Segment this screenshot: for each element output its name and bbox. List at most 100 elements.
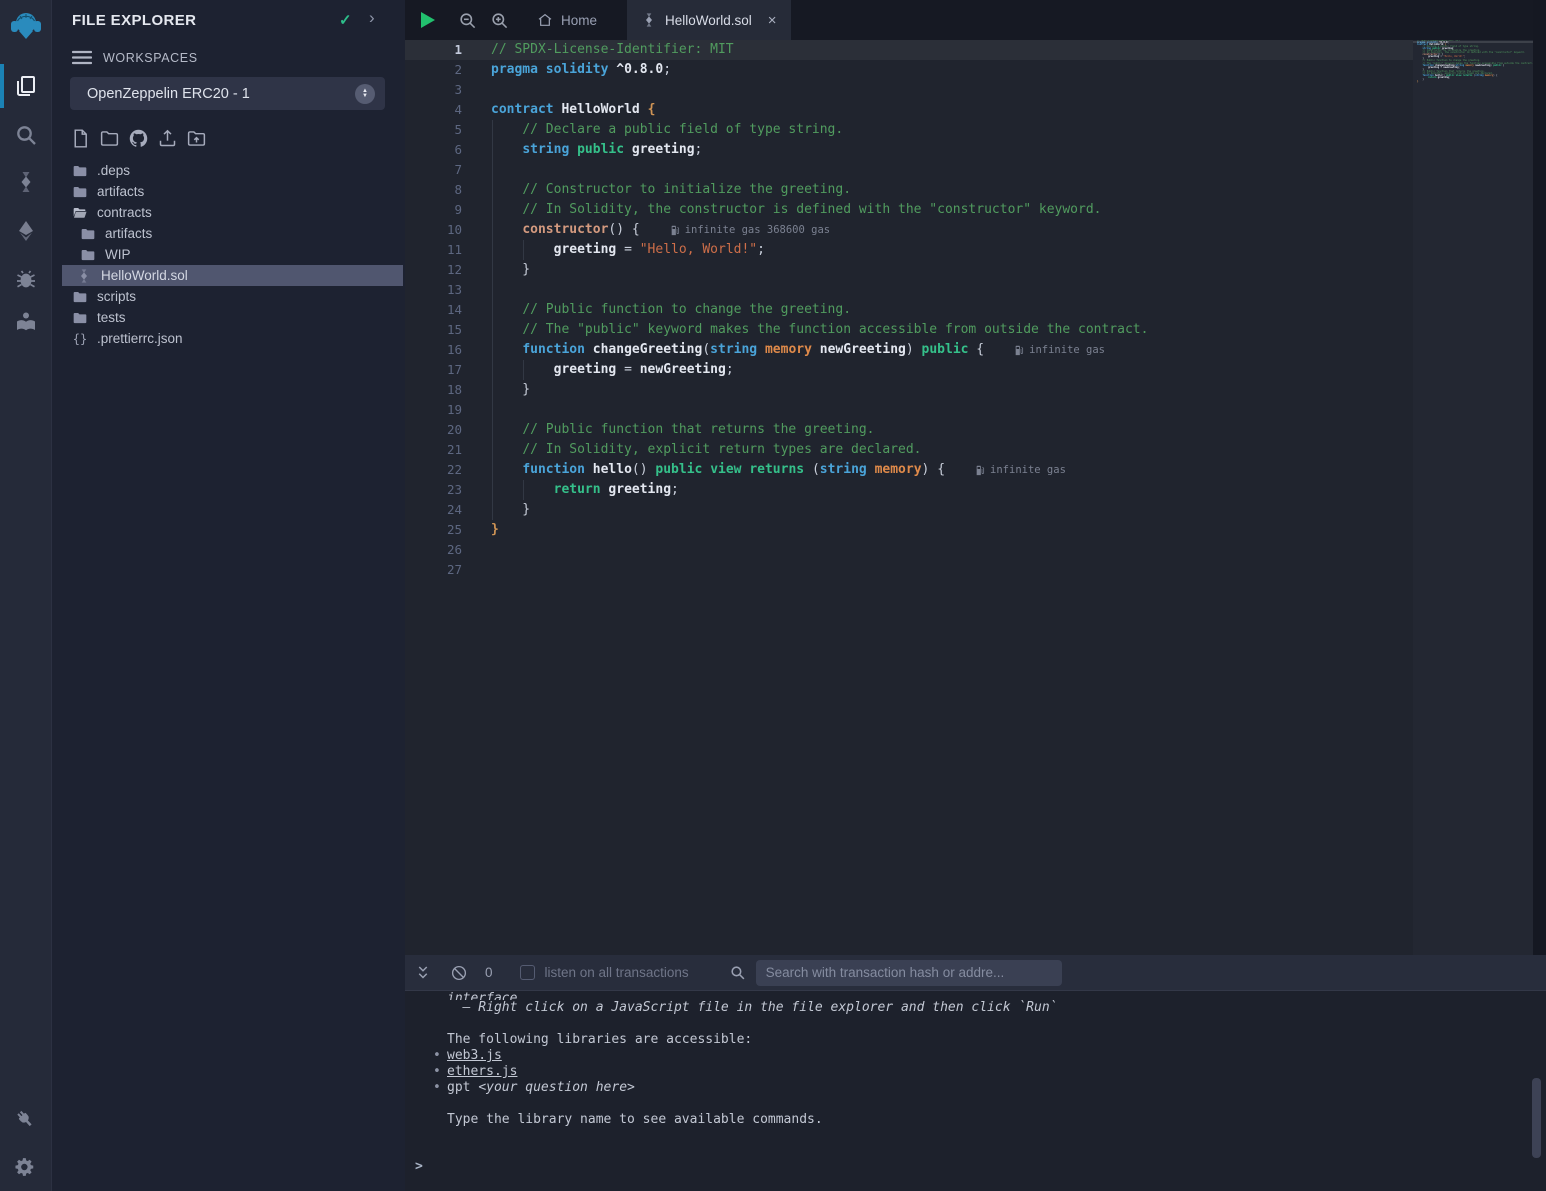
code-line-12[interactable]: 12 } — [405, 260, 1413, 280]
gas-estimate-widget[interactable]: infinite gas — [1014, 340, 1105, 360]
folder-item-scripts[interactable]: scripts — [62, 286, 403, 307]
code-line-23[interactable]: 23 return greeting; — [405, 480, 1413, 500]
code-line-26[interactable]: 26 — [405, 540, 1413, 560]
code-line-24[interactable]: 24 } — [405, 500, 1413, 520]
code-line-19[interactable]: 19 — [405, 400, 1413, 420]
code-text: contract HelloWorld { — [491, 100, 655, 120]
close-tab-icon[interactable]: × — [768, 12, 777, 29]
code-line-8[interactable]: 8 // Constructor to initialize the greet… — [405, 180, 1413, 200]
code-line-16[interactable]: 16 function changeGreeting(string memory… — [405, 340, 1413, 360]
code-line-17[interactable]: 17 greeting = newGreeting; — [405, 360, 1413, 380]
line-number: 3 — [405, 80, 491, 100]
line-number: 17 — [405, 360, 491, 380]
terminal-line: — Right click on a JavaScript file in th… — [447, 1000, 1546, 1016]
code-line-11[interactable]: 11 greeting = "Hello, World!"; — [405, 240, 1413, 260]
new-file-icon[interactable] — [70, 128, 91, 149]
solidity-compiler-icon[interactable] — [14, 170, 38, 194]
code-text: } — [491, 500, 530, 520]
code-text: constructor() { — [491, 220, 640, 240]
line-number: 11 — [405, 240, 491, 260]
code-line-27[interactable]: 27 — [405, 560, 1413, 580]
line-number: 9 — [405, 200, 491, 220]
file-item-helloworld-sol[interactable]: HelloWorld.sol — [62, 265, 403, 286]
chevron-right-icon[interactable]: › — [369, 8, 375, 28]
listen-transactions-label: listen on all transactions — [545, 965, 689, 980]
folder-item-artifacts[interactable]: artifacts — [62, 181, 403, 202]
folder-item-contracts[interactable]: contracts — [62, 202, 403, 223]
run-script-button[interactable] — [421, 12, 435, 28]
gas-estimate-widget[interactable]: infinite gas — [975, 460, 1066, 480]
transaction-count: 0 — [485, 965, 493, 980]
file-explorer-icon[interactable] — [14, 74, 38, 98]
code-line-5[interactable]: 5 // Declare a public field of type stri… — [405, 120, 1413, 140]
workspace-select[interactable]: OpenZeppelin ERC20 - 1 ▲▼ — [70, 77, 385, 110]
indent-guide — [523, 480, 524, 500]
code-line-9[interactable]: 9 // In Solidity, the constructor is def… — [405, 200, 1413, 220]
settings-icon[interactable] — [14, 1156, 38, 1180]
terminal-prompt[interactable]: > — [415, 1159, 423, 1174]
indent-guide — [523, 240, 524, 260]
remix-logo-icon[interactable] — [9, 9, 43, 43]
code-line-4[interactable]: 4contract HelloWorld { — [405, 100, 1413, 120]
code-line-18[interactable]: 18 } — [405, 380, 1413, 400]
workspace-menu-icon[interactable] — [72, 50, 92, 65]
terminal-scrollbar-thumb[interactable] — [1532, 1078, 1541, 1158]
github-icon[interactable] — [128, 128, 149, 149]
zoom-out-icon[interactable] — [458, 11, 477, 30]
code-line-6[interactable]: 6 string public greeting; — [405, 140, 1413, 160]
folder-item-wip[interactable]: WIP — [62, 244, 403, 265]
code-text: } — [491, 380, 530, 400]
terminal-link[interactable]: web3.js — [447, 1048, 502, 1063]
code-line-2[interactable]: 2pragma solidity ^0.8.0; — [405, 60, 1413, 80]
check-icon[interactable]: ✓ — [339, 11, 352, 29]
upload-file-icon[interactable] — [157, 128, 178, 149]
tree-item-label: WIP — [105, 247, 131, 262]
upload-folder-icon[interactable] — [186, 128, 207, 149]
code-line-21[interactable]: 21 // In Solidity, explicit return types… — [405, 440, 1413, 460]
gas-estimate-widget[interactable]: infinite gas 368600 gas — [670, 220, 830, 240]
line-number: 19 — [405, 400, 491, 420]
folder-item-tests[interactable]: tests — [62, 307, 403, 328]
code-line-20[interactable]: 20 // Public function that returns the g… — [405, 420, 1413, 440]
new-folder-icon[interactable] — [99, 128, 120, 149]
terminal-line: •web3.js — [447, 1048, 1546, 1064]
tab-helloworld-sol[interactable]: HelloWorld.sol × — [627, 0, 791, 40]
debugger-icon[interactable] — [14, 267, 38, 291]
workspace-switch-icon[interactable]: ▲▼ — [355, 84, 375, 104]
minimap[interactable]: // SPDX-License-Identifier: MITpragma so… — [1413, 40, 1533, 955]
transaction-search-input[interactable] — [756, 960, 1062, 986]
clear-console-icon[interactable] — [450, 964, 468, 982]
folder-item--deps[interactable]: .deps — [62, 160, 403, 181]
tree-item-label: artifacts — [97, 184, 144, 199]
code-line-25[interactable]: 25} — [405, 520, 1413, 540]
folder-icon — [72, 184, 88, 200]
code-line-3[interactable]: 3 — [405, 80, 1413, 100]
code-line-7[interactable]: 7 — [405, 160, 1413, 180]
learneth-icon[interactable] — [14, 309, 38, 333]
tab-home[interactable]: Home — [523, 0, 611, 40]
code-line-13[interactable]: 13 — [405, 280, 1413, 300]
minimap-current-line — [1413, 41, 1533, 43]
code-line-14[interactable]: 14 // Public function to change the gree… — [405, 300, 1413, 320]
code-text: // In Solidity, the constructor is defin… — [491, 200, 1102, 220]
code-line-1[interactable]: 1// SPDX-License-Identifier: MIT — [405, 40, 1413, 60]
terminal-link[interactable]: ethers.js — [447, 1064, 517, 1079]
listen-transactions-checkbox[interactable] — [520, 965, 535, 980]
editor-scrollbar[interactable] — [1533, 0, 1546, 955]
line-number: 15 — [405, 320, 491, 340]
code-line-10[interactable]: 10 constructor() {infinite gas 368600 ga… — [405, 220, 1413, 240]
collapse-terminal-icon[interactable] — [414, 964, 432, 982]
terminal-line — [447, 1096, 1546, 1112]
zoom-in-icon[interactable] — [490, 11, 509, 30]
plugin-manager-icon[interactable] — [14, 1108, 38, 1132]
deploy-run-icon[interactable] — [14, 219, 38, 243]
code-line-15[interactable]: 15 // The "public" keyword makes the fun… — [405, 320, 1413, 340]
search-icon[interactable] — [14, 123, 38, 147]
folder-item-artifacts[interactable]: artifacts — [62, 223, 403, 244]
file-item--prettierrc-json[interactable]: {}.prettierrc.json — [62, 328, 403, 349]
line-number: 20 — [405, 420, 491, 440]
code-editor[interactable]: 1// SPDX-License-Identifier: MIT2pragma … — [405, 40, 1413, 955]
folder-icon — [72, 289, 88, 305]
explorer-actions — [70, 128, 207, 149]
code-line-22[interactable]: 22 function hello() public view returns … — [405, 460, 1413, 480]
